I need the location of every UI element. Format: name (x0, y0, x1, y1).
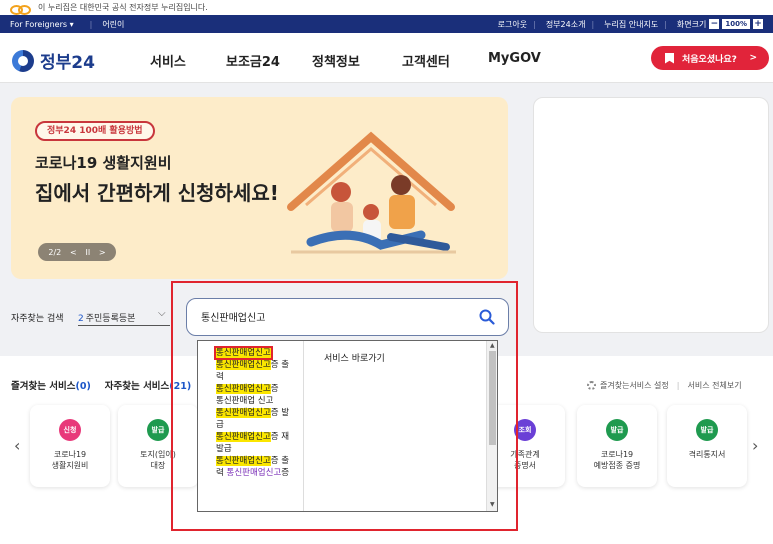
brand-name: 정부24 (40, 53, 95, 73)
logout-link[interactable]: 로그아웃 (498, 19, 527, 30)
kids-link[interactable]: 어린이 (102, 19, 124, 30)
chevron-right-icon[interactable]: › (752, 436, 758, 455)
service-badge: 신청 (59, 419, 81, 441)
chevron-right-icon: > (749, 53, 757, 63)
favorite-settings-link[interactable]: 즐겨찾는서비스 설정 (600, 380, 669, 391)
service-card[interactable]: 발급 격리통지서 (667, 405, 747, 487)
utility-bar: For Foreigners ▾ | 어린이 로그아웃 | 정부24소개 | 누… (0, 15, 773, 33)
service-card-line1: 격리통지서 (688, 450, 726, 459)
gov24-logo-icon (12, 49, 34, 72)
zoom-out-button[interactable]: − (709, 19, 720, 29)
zoom-label: 화면크기 (676, 19, 707, 29)
service-card-line1: 코로나19 (600, 450, 634, 459)
about-link[interactable]: 정부24소개 (546, 19, 586, 30)
tab-favorite-services[interactable]: 즐겨찾는 서비스(0) (11, 378, 91, 392)
bookmark-icon (665, 52, 674, 64)
brand-logo[interactable]: 정부24 (12, 48, 95, 73)
promo-banner[interactable]: 정부24 100배 활용방법 코로나19 생활지원비 집에서 간편하게 신청하세… (11, 97, 508, 279)
banner-pill: 정부24 100배 활용방법 (35, 121, 155, 141)
zoom-in-button[interactable]: + (753, 19, 763, 29)
banner-title: 집에서 간편하게 신청하세요! (35, 181, 279, 205)
family-house-illustration (287, 131, 456, 254)
gear-icon (587, 381, 596, 390)
frequent-search-item[interactable]: 2 주민등록등본 (78, 311, 135, 324)
nav-policy[interactable]: 정책정보 (312, 51, 360, 70)
banner-prev-button[interactable]: < (70, 248, 77, 257)
banner-subtitle: 코로나19 생활지원비 (35, 154, 172, 172)
view-all-services-link[interactable]: 서비스 전체보기 (688, 380, 742, 391)
service-settings-bar: 즐겨찾는서비스 설정 | 서비스 전체보기 (587, 380, 742, 391)
service-badge: 발급 (606, 419, 628, 441)
frequent-rank: 2 (78, 314, 84, 324)
service-card[interactable]: 신청 코로나19 생활지원비 (30, 405, 110, 487)
service-card-line1: 코로나19 (53, 450, 87, 459)
nav-services[interactable]: 서비스 (150, 51, 186, 70)
service-card-line2: 예방접종 증명 (593, 461, 641, 470)
frequent-search-label: 자주찾는 검색 (11, 314, 64, 324)
notice-text: 이 누리집은 대한민국 공식 전자정부 누리집입니다. (38, 3, 208, 12)
nav-subsidy24[interactable]: 보조금24 (226, 51, 280, 70)
banner-page-indicator: 2/2 (48, 247, 62, 257)
for-foreigners-link[interactable]: For Foreigners ▾ (10, 20, 74, 29)
chevron-down-icon[interactable]: ⌵ (158, 308, 166, 319)
frequent-underline (78, 325, 170, 326)
frequent-item-label: 주민등록등본 (85, 314, 136, 324)
service-badge: 발급 (696, 419, 718, 441)
service-badge: 발급 (147, 419, 169, 441)
tab-favorite-label: 즐겨찾는 서비스 (11, 381, 76, 392)
service-card-line2: 생활지원비 (51, 461, 89, 470)
official-notice: 이 누리집은 대한민국 공식 전자정부 누리집입니다. (0, 0, 773, 15)
first-visit-button[interactable]: 처음오셨나요? > (651, 46, 769, 70)
zoom-value: 100% (722, 19, 750, 29)
side-panel (533, 97, 769, 333)
nav-support[interactable]: 고객센터 (402, 51, 450, 70)
tab-favorite-count: (0) (75, 381, 91, 392)
main-header: 정부24 서비스 보조금24 정책정보 고객센터 MyGOV 처음오셨나요? > (0, 33, 773, 83)
tab-frequent-label: 자주찾는 서비스 (104, 381, 170, 392)
service-card[interactable]: 발급 코로나19 예방접종 증명 (577, 405, 657, 487)
first-visit-label: 처음오셨나요? (682, 54, 737, 65)
banner-pager: 2/2 < II > (38, 243, 116, 261)
banner-next-button[interactable]: > (99, 248, 106, 257)
egov-logo-icon (10, 4, 31, 15)
banner-pause-button[interactable]: II (85, 248, 90, 257)
nav-mygov[interactable]: MyGOV (488, 51, 541, 66)
sitemap-link[interactable]: 누리집 안내지도 (604, 19, 658, 30)
annotation-highlight-box (171, 281, 518, 531)
chevron-left-icon[interactable]: ‹ (14, 436, 20, 455)
